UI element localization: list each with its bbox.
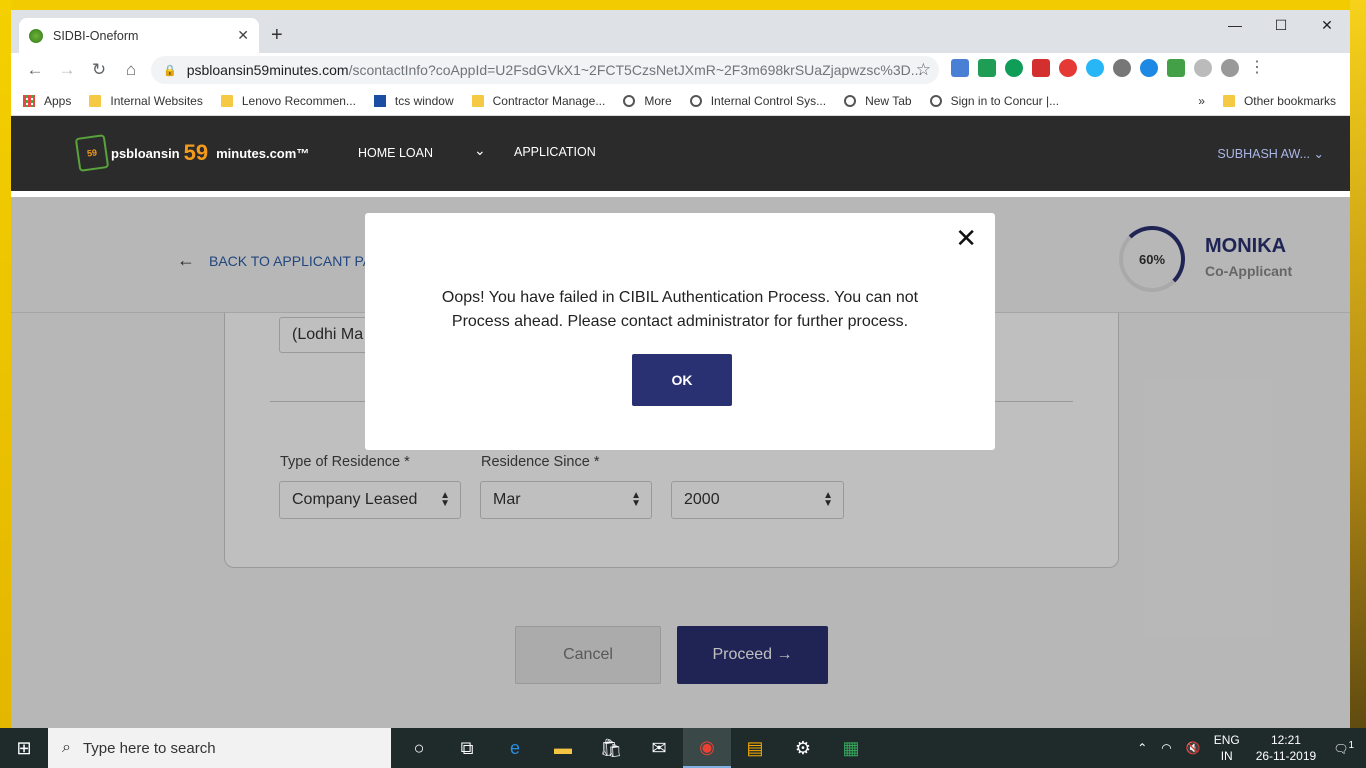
edge-icon[interactable]: e — [491, 728, 539, 768]
blue-extension-icon[interactable] — [1140, 59, 1158, 77]
cortana-icon[interactable]: ○ — [395, 728, 443, 768]
chevron-down-icon: ⌄ — [1313, 147, 1324, 161]
taskbar-search[interactable]: ⌕ Type here to search — [48, 728, 391, 768]
menu-icon[interactable]: ⋮ — [1248, 59, 1266, 77]
wifi-icon[interactable]: ◠ — [1161, 741, 1171, 755]
error-dialog: ✕ Oops! You have failed in CIBIL Authent… — [365, 213, 995, 450]
logo-badge-icon: 59 — [74, 134, 110, 172]
clock[interactable]: 12:21 26-11-2019 — [1256, 732, 1317, 764]
folder-icon — [1222, 94, 1235, 107]
desktop-background — [0, 0, 1366, 10]
forward-arrow-icon[interactable]: → — [51, 60, 83, 80]
error-message: Oops! You have failed in CIBIL Authentic… — [441, 289, 919, 330]
folder-icon — [89, 94, 102, 107]
gray-extension-icon[interactable] — [1113, 59, 1131, 77]
logo-59: 59 — [183, 140, 209, 165]
volume-muted-icon[interactable]: 🔇 — [1186, 741, 1201, 755]
task-view-icon[interactable]: ⧉ — [443, 728, 491, 768]
taskbar-apps: ○ ⧉ e ▬ 🛍 ✉ ◉ ▤ ⚙ ▦ — [395, 728, 875, 768]
language-indicator[interactable]: ENG IN — [1214, 732, 1240, 764]
windows-start-icon[interactable]: ⊞ — [0, 728, 48, 768]
nav-application[interactable]: APPLICATION — [514, 145, 596, 159]
file-app-icon[interactable]: ▤ — [731, 728, 779, 768]
chevron-down-icon[interactable]: ⌄ — [474, 142, 486, 159]
apps-grid-icon — [23, 94, 35, 107]
site-favicon-icon — [29, 28, 43, 43]
globe-icon — [689, 94, 702, 107]
bookmarks-overflow-icon[interactable]: » — [1198, 94, 1205, 108]
profile-avatar-icon[interactable] — [1221, 59, 1239, 77]
url-host: psbloansin59minutes.com — [186, 62, 349, 78]
browser-toolbar: ← → ↻ ⌂ 🔒 psbloansin59minutes.com/sconta… — [11, 53, 1350, 86]
store-icon[interactable]: 🛍 — [587, 728, 635, 768]
bookmark-star-icon[interactable]: ☆ — [916, 60, 931, 80]
hangouts-extension-icon[interactable] — [1005, 59, 1023, 77]
logo-text-right: minutes.com™ — [216, 145, 310, 161]
new-tab-icon[interactable]: + — [271, 24, 283, 47]
bookmark-contractor[interactable]: Contractor Manage... — [471, 94, 605, 108]
tab-strip: SIDBI-Oneform ✕ + — ☐ ✕ — [11, 10, 1350, 53]
tab-close-icon[interactable]: ✕ — [237, 27, 249, 44]
home-icon[interactable]: ⌂ — [115, 60, 147, 80]
maximize-icon[interactable]: ☐ — [1258, 10, 1304, 40]
tab-title: SIDBI-Oneform — [53, 28, 139, 43]
bookmark-internal-websites[interactable]: Internal Websites — [89, 94, 203, 108]
mail-icon[interactable]: ✉ — [635, 728, 683, 768]
chevron-up-icon[interactable]: ⌃ — [1137, 741, 1147, 755]
user-menu[interactable]: SUBHASH AW... ⌄ — [1217, 146, 1324, 161]
sheets-extension-icon[interactable] — [978, 59, 996, 77]
notification-icon[interactable]: 🗨1 — [1333, 740, 1354, 756]
a-extension-icon[interactable] — [1059, 59, 1077, 77]
system-tray: ⌃ ◠ 🔇 ENG IN 12:21 26-11-2019 🗨1 — [1130, 728, 1366, 768]
settings-gear-icon[interactable]: ⚙ — [779, 728, 827, 768]
bookmark-internal-control[interactable]: Internal Control Sys... — [689, 94, 826, 108]
folder-icon — [471, 94, 484, 107]
translate-extension-icon[interactable] — [951, 59, 969, 77]
folder-icon — [220, 94, 233, 107]
browser-tab[interactable]: SIDBI-Oneform ✕ — [19, 18, 259, 53]
browser-window: SIDBI-Oneform ✕ + — ☐ ✕ ← → ↻ ⌂ 🔒 psbloa… — [11, 10, 1350, 728]
bookmark-apps[interactable]: Apps — [23, 94, 71, 108]
bookmark-more[interactable]: More — [623, 94, 672, 108]
minimize-icon[interactable]: — — [1212, 10, 1258, 40]
close-icon[interactable]: ✕ — [955, 223, 977, 254]
globe-icon — [844, 94, 857, 107]
site-header: 59 psbloansin 59 minutes.com™ HOME LOAN … — [11, 116, 1350, 191]
site-logo[interactable]: 59 psbloansin 59 minutes.com™ — [74, 134, 310, 172]
bookmark-concur[interactable]: Sign in to Concur |... — [929, 94, 1059, 108]
globe-icon — [623, 94, 636, 107]
sap-icon — [373, 94, 386, 107]
bookmark-lenovo[interactable]: Lenovo Recommen... — [220, 94, 356, 108]
window-controls: — ☐ ✕ — [1212, 10, 1350, 40]
logo-text-left: psbloansin — [111, 145, 180, 161]
excel-icon[interactable]: ▦ — [827, 728, 875, 768]
reload-icon[interactable]: ↻ — [83, 60, 115, 80]
file-explorer-icon[interactable]: ▬ — [539, 728, 587, 768]
desktop-background-left — [0, 0, 11, 728]
back-arrow-icon[interactable]: ← — [19, 60, 51, 80]
address-bar[interactable]: 🔒 psbloansin59minutes.com/scontactInfo?c… — [151, 56, 939, 84]
url-path: /scontactInfo?coAppId=U2FsdGVkX1~2FCT5Cz… — [348, 62, 923, 78]
desktop-background-right — [1350, 0, 1366, 728]
search-icon: ⌕ — [62, 739, 71, 756]
close-window-icon[interactable]: ✕ — [1304, 10, 1350, 40]
ok-button[interactable]: OK — [632, 354, 732, 406]
green-extension-icon[interactable] — [1167, 59, 1185, 77]
bookmark-other[interactable]: Other bookmarks — [1222, 94, 1336, 108]
bookmark-tcs-window[interactable]: tcs window — [373, 94, 454, 108]
nav-home-loan[interactable]: HOME LOAN — [358, 146, 433, 160]
globe-icon — [929, 94, 942, 107]
extensions-bar: ⋮ — [951, 59, 1266, 77]
red-extension-icon[interactable] — [1032, 59, 1050, 77]
help-extension-icon[interactable] — [1194, 59, 1212, 77]
chrome-icon[interactable]: ◉ — [683, 728, 731, 768]
bookmarks-bar: Apps Internal Websites Lenovo Recommen..… — [11, 86, 1350, 116]
bookmark-new-tab[interactable]: New Tab — [844, 94, 912, 108]
windows-taskbar: ⊞ ⌕ Type here to search ○ ⧉ e ▬ 🛍 ✉ ◉ ▤ … — [0, 728, 1366, 768]
teal-extension-icon[interactable] — [1086, 59, 1104, 77]
lock-icon: 🔒 — [163, 64, 177, 77]
